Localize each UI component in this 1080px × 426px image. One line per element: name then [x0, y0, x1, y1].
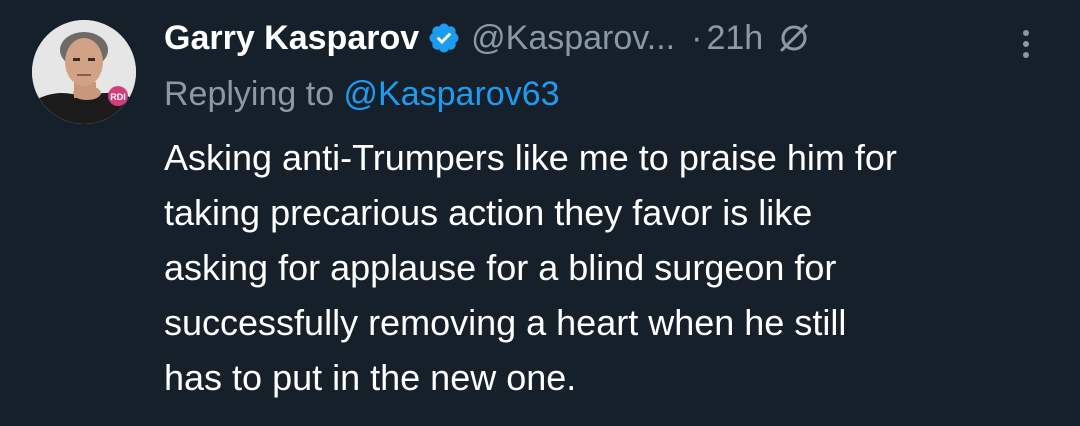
tweet[interactable]: RDI Garry Kasparov @Kasparov... · 21h Re…	[0, 0, 1080, 426]
replying-to-handle[interactable]: @Kasparov63	[344, 75, 560, 113]
user-handle[interactable]: @Kasparov...	[471, 19, 675, 58]
tweet-content: Garry Kasparov @Kasparov... · 21h Replyi…	[164, 14, 1060, 405]
replying-prefix: Replying to	[164, 75, 344, 113]
tweet-text-line: successfully removing a heart when he st…	[164, 302, 847, 343]
avatar-badge-text: RDI	[110, 92, 126, 102]
grok-icon[interactable]	[777, 21, 811, 55]
tweet-text-line: has to put in the new one.	[164, 357, 577, 398]
timestamp[interactable]: 21h	[706, 19, 763, 58]
avatar-photo: RDI	[32, 20, 136, 124]
avatar[interactable]: RDI	[32, 20, 136, 124]
verified-badge-icon	[427, 21, 461, 55]
display-name[interactable]: Garry Kasparov	[164, 19, 419, 58]
tweet-text-line: Asking anti-Trumpers like me to praise h…	[164, 137, 897, 178]
separator-dot: ·	[691, 18, 703, 57]
tweet-text: Asking anti-Trumpers like me to praise h…	[164, 130, 1054, 405]
replying-to: Replying to @Kasparov63	[164, 72, 1060, 116]
tweet-text-line: asking for applause for a blind surgeon …	[164, 247, 837, 288]
tweet-text-line: taking precarious action they favor is l…	[164, 192, 813, 233]
more-options-icon[interactable]	[1014, 24, 1038, 64]
tweet-header: Garry Kasparov @Kasparov... · 21h	[164, 14, 1060, 62]
